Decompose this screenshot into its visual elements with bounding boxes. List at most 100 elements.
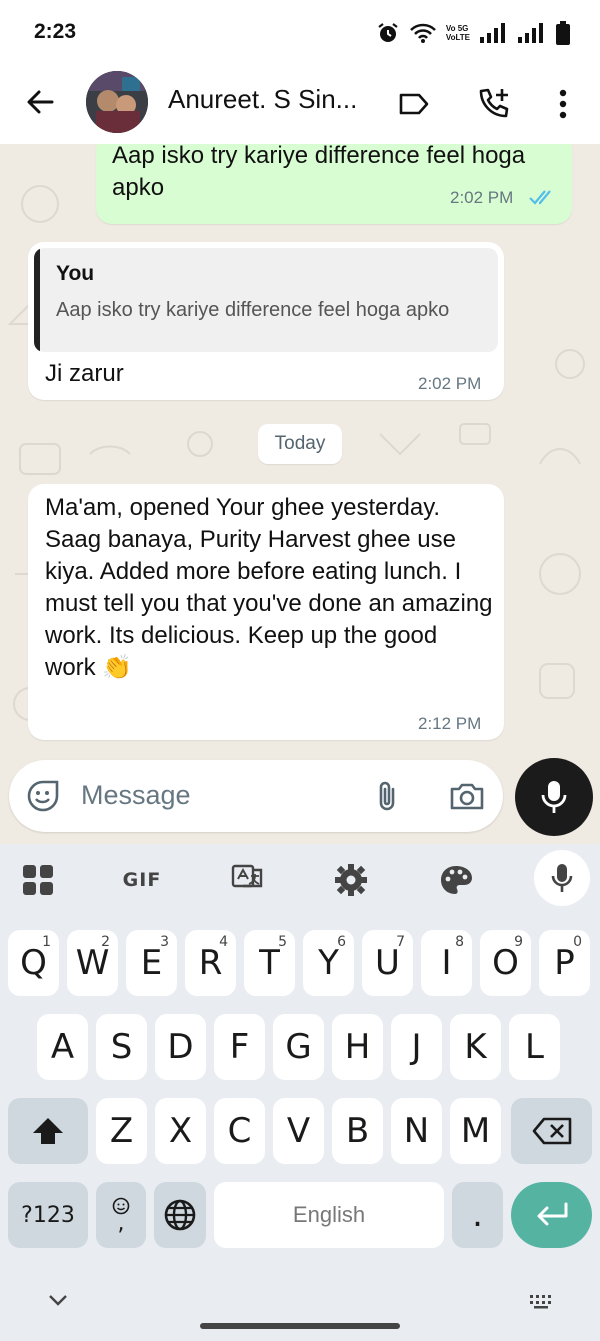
incoming-message-bubble[interactable]: Ma'am, opened Your ghee yesterday. Saag …: [28, 484, 504, 740]
theme-palette-icon[interactable]: [434, 860, 478, 900]
key-label: E: [140, 943, 163, 983]
key-l[interactable]: L: [509, 1014, 560, 1080]
voice-typing-icon[interactable]: [534, 850, 590, 906]
back-arrow-icon[interactable]: [20, 82, 60, 122]
backspace-key[interactable]: [511, 1098, 592, 1164]
hide-keyboard-chevron-icon[interactable]: [46, 1292, 70, 1313]
key-v[interactable]: V: [273, 1098, 324, 1164]
message-composer[interactable]: Message: [9, 760, 503, 832]
key-y[interactable]: Y6: [303, 930, 354, 996]
quoted-message[interactable]: You Aap isko try kariye difference feel …: [34, 248, 498, 352]
space-key[interactable]: English: [214, 1182, 444, 1248]
language-globe-key[interactable]: [154, 1182, 206, 1248]
message-time: 2:02 PM: [450, 188, 514, 207]
key-label: K: [464, 1027, 487, 1067]
key-b[interactable]: B: [332, 1098, 383, 1164]
period-key[interactable]: .: [452, 1182, 503, 1248]
gif-button[interactable]: GIF: [120, 860, 164, 900]
key-label: D: [167, 1027, 194, 1067]
key-e[interactable]: E3: [126, 930, 177, 996]
key-label: J: [411, 1027, 422, 1067]
key-g[interactable]: G: [273, 1014, 324, 1080]
emoji-comma-key[interactable]: ,: [96, 1182, 146, 1248]
key-label: B: [345, 1111, 370, 1151]
key-z[interactable]: Z: [96, 1098, 147, 1164]
signal-icon-sim1: [480, 23, 508, 43]
key-k[interactable]: K: [450, 1014, 501, 1080]
emoji-sticker-icon[interactable]: [23, 776, 63, 816]
key-n[interactable]: N: [391, 1098, 442, 1164]
key-j[interactable]: J: [391, 1014, 442, 1080]
key-label: F: [229, 1027, 250, 1067]
quote-accent-bar: [34, 248, 40, 352]
message-text: Ji zarur: [45, 360, 124, 387]
key-t[interactable]: T5: [244, 930, 295, 996]
keyboard-switch-icon[interactable]: [528, 1294, 556, 1315]
key-number-hint: 3: [160, 934, 169, 950]
key-r[interactable]: R4: [185, 930, 236, 996]
message-input[interactable]: Message: [81, 780, 191, 811]
key-s[interactable]: S: [96, 1014, 147, 1080]
network-type-badge: Vo 5G VoLTE: [446, 24, 470, 42]
key-number-hint: 1: [42, 934, 51, 950]
key-label: H: [344, 1027, 371, 1067]
comma-label: ,: [117, 1211, 125, 1236]
symbols-key-label: ?123: [21, 1202, 75, 1228]
key-label: I: [441, 943, 452, 983]
gesture-nav-pill[interactable]: [200, 1323, 400, 1329]
status-time: 2:23: [34, 20, 77, 43]
key-p[interactable]: P0: [539, 930, 590, 996]
key-number-hint: 5: [278, 934, 287, 950]
key-f[interactable]: F: [214, 1014, 265, 1080]
key-q[interactable]: Q1: [8, 930, 59, 996]
key-d[interactable]: D: [155, 1014, 206, 1080]
outgoing-message-bubble[interactable]: Aap isko try kariye difference feel hoga…: [96, 144, 572, 224]
voice-message-button[interactable]: [515, 758, 593, 836]
key-label: T: [259, 943, 280, 983]
contact-avatar[interactable]: [86, 71, 148, 133]
key-label: L: [525, 1027, 544, 1067]
translate-icon[interactable]: [226, 860, 270, 900]
space-key-label: English: [292, 1202, 366, 1227]
key-label: Y: [318, 943, 339, 983]
network-badge-bottom: VoLTE: [445, 33, 470, 42]
key-u[interactable]: U7: [362, 930, 413, 996]
wifi-icon: [409, 22, 436, 44]
network-badge-top: Vo 5G: [445, 24, 469, 33]
shift-key[interactable]: [8, 1098, 88, 1164]
key-number-hint: 8: [455, 934, 464, 950]
message-time: 2:12 PM: [418, 714, 482, 733]
apps-grid-icon[interactable]: [16, 860, 60, 900]
alarm-icon: [376, 21, 400, 45]
chat-header: Anureet. S Sin...: [0, 64, 600, 144]
attach-icon[interactable]: [367, 776, 407, 816]
camera-icon[interactable]: [447, 776, 487, 816]
key-number-hint: 6: [337, 934, 346, 950]
key-m[interactable]: M: [450, 1098, 501, 1164]
key-x[interactable]: X: [155, 1098, 206, 1164]
label-icon[interactable]: [392, 82, 436, 126]
key-label: Z: [109, 1111, 134, 1151]
key-label: C: [227, 1111, 252, 1151]
incoming-message-bubble[interactable]: You Aap isko try kariye difference feel …: [28, 242, 504, 400]
key-a[interactable]: A: [37, 1014, 88, 1080]
key-i[interactable]: I8: [421, 930, 472, 996]
key-o[interactable]: O9: [480, 930, 531, 996]
gif-label: GIF: [122, 869, 162, 891]
add-call-icon[interactable]: [471, 82, 515, 126]
key-number-hint: 2: [101, 934, 110, 950]
key-w[interactable]: W2: [67, 930, 118, 996]
key-h[interactable]: H: [332, 1014, 383, 1080]
message-time: 2:02 PM: [418, 374, 482, 393]
battery-icon: [556, 21, 570, 45]
chat-area[interactable]: Aap isko try kariye difference feel hoga…: [0, 144, 600, 844]
status-bar: 2:23 Vo 5G VoLTE: [0, 0, 600, 64]
enter-key[interactable]: [511, 1182, 592, 1248]
key-c[interactable]: C: [214, 1098, 265, 1164]
more-vert-icon[interactable]: [541, 82, 585, 126]
symbols-key[interactable]: ?123: [8, 1182, 88, 1248]
contact-name[interactable]: Anureet. S Sin...: [168, 84, 357, 115]
settings-gear-icon[interactable]: [329, 860, 373, 900]
key-number-hint: 0: [573, 934, 582, 950]
key-label: V: [286, 1111, 311, 1151]
